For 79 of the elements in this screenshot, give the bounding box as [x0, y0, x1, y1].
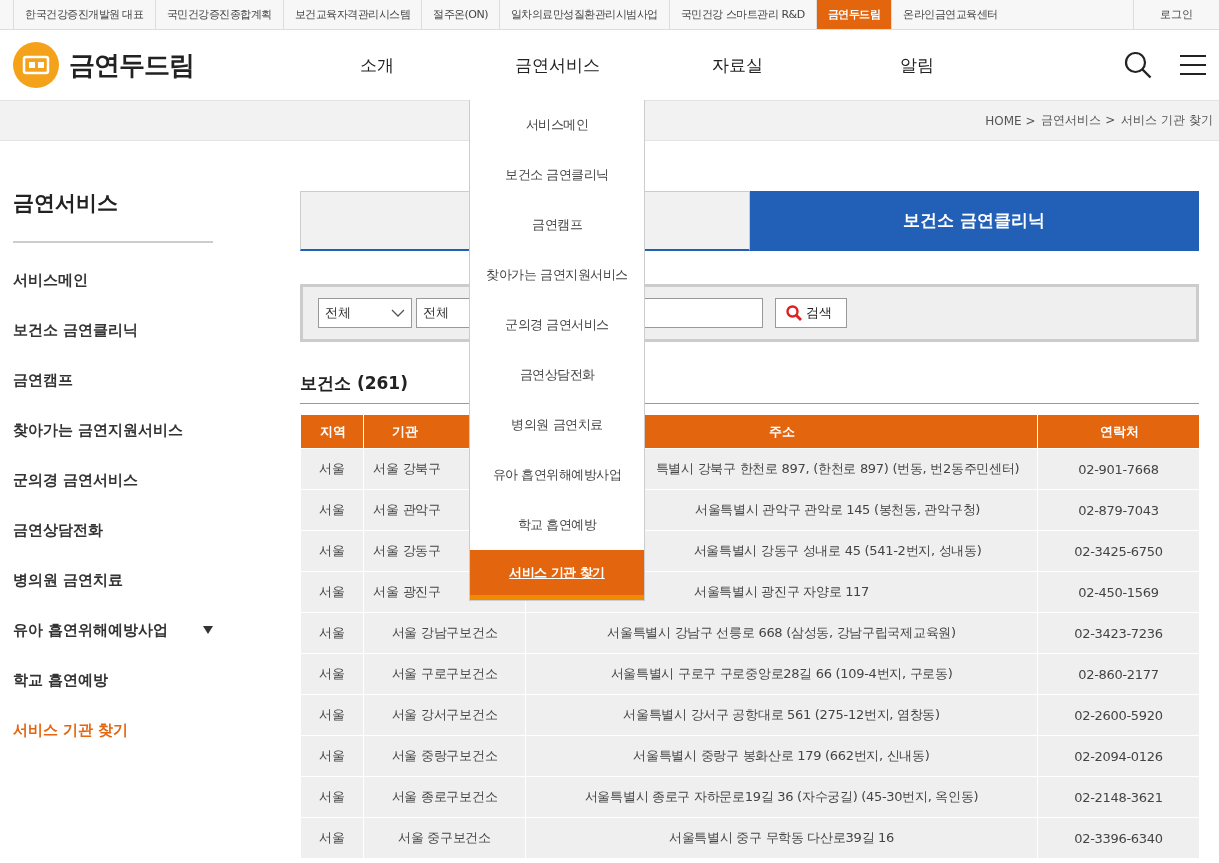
- sidebar-item[interactable]: 서비스메인: [13, 255, 213, 305]
- sidebar-item[interactable]: 금연캠프: [13, 355, 213, 405]
- table-cell: 서울 종로구보건소: [363, 776, 526, 818]
- table-cell: 서울 강남구보건소: [363, 612, 526, 654]
- menu-icon[interactable]: [1180, 54, 1206, 76]
- table-cell: 서울 구로구보건소: [363, 653, 526, 695]
- region-select[interactable]: 전체: [318, 298, 412, 328]
- sidebar-title: 금연서비스: [13, 189, 213, 243]
- table-cell: 서울: [300, 612, 364, 654]
- table-cell: 02-860-2177: [1037, 653, 1200, 695]
- breadcrumb-link[interactable]: HOME >: [985, 113, 1036, 128]
- sidebar-item[interactable]: 병의원 금연치료: [13, 555, 213, 605]
- table-cell: 서울특별시 종로구 자하문로19길 36 (자수궁길) (45-30번지, 옥인동): [525, 776, 1038, 818]
- table-cell: 서울 중구보건소: [363, 817, 526, 859]
- sidebar-item[interactable]: 찾아가는 금연지원서비스: [13, 405, 213, 455]
- table-cell: 서울: [300, 571, 364, 613]
- table-cell: 02-2600-5920: [1037, 694, 1200, 736]
- chevron-icon: [391, 309, 405, 317]
- sidebar-item-label: 군의경 금연서비스: [13, 470, 139, 490]
- top-link[interactable]: 절주온(ON): [421, 0, 499, 29]
- table-cell: 서울특별시 중구 무학동 다산로39길 16: [525, 817, 1038, 859]
- table-cell: 서울: [300, 817, 364, 859]
- caret-icon: [203, 626, 213, 634]
- search-icon: [786, 305, 802, 321]
- sidebar-item-label: 금연캠프: [13, 370, 73, 390]
- search-button[interactable]: 검색: [775, 298, 847, 328]
- search-icon[interactable]: [1124, 51, 1152, 79]
- table-cell: 서울특별시 강서구 공항대로 561 (275-12번지, 염창동): [525, 694, 1038, 736]
- logo-text[interactable]: 금연두드림: [69, 47, 194, 83]
- nav-link[interactable]: 알림: [900, 53, 934, 77]
- top-link[interactable]: 보건교육자격관리시스템: [282, 0, 421, 29]
- table-cell: 서울특별시 중랑구 봉화산로 179 (662번지, 신내동): [525, 735, 1038, 777]
- sidebar-item-label: 서비스메인: [13, 270, 88, 290]
- table-cell: 서울 중랑구보건소: [363, 735, 526, 777]
- table-cell: 서울 강서구보건소: [363, 694, 526, 736]
- column-header: 지역: [300, 414, 364, 449]
- sidebar-item[interactable]: 유아 흡연위해예방사업: [13, 605, 213, 655]
- breadcrumb-link[interactable]: 서비스 기관 찾기: [1121, 112, 1213, 129]
- column-header: 연락처: [1037, 414, 1200, 449]
- sidebar-item-label: 보건소 금연클리닉: [13, 320, 139, 340]
- sidebar-item-label: 찾아가는 금연지원서비스: [13, 420, 184, 440]
- table-cell: 02-2094-0126: [1037, 735, 1200, 777]
- table-cell: 서울: [300, 776, 364, 818]
- table-cell: 서울특별시 구로구 구로중앙로28길 66 (109-4번지, 구로동): [525, 653, 1038, 695]
- nav-link[interactable]: 자료실: [711, 53, 763, 77]
- top-link[interactable]: 국민건강증진종합계획: [154, 0, 283, 29]
- sidebar-item[interactable]: 보건소 금연클리닉: [13, 305, 213, 355]
- table-cell: 02-450-1569: [1037, 571, 1200, 613]
- breadcrumb-link[interactable]: 금연서비스 >: [1041, 112, 1116, 129]
- sidebar-item[interactable]: 군의경 금연서비스: [13, 455, 213, 505]
- table-cell: 서울: [300, 653, 364, 695]
- table-cell: 02-3425-6750: [1037, 530, 1200, 572]
- top-link[interactable]: 일차의료만성질환관리시범사업: [499, 0, 669, 29]
- table-cell: 서울: [300, 489, 364, 531]
- table-cell: 서울: [300, 694, 364, 736]
- top-link[interactable]: 온라인금연교육센터: [891, 0, 1009, 29]
- table-cell: 서울: [300, 530, 364, 572]
- top-link[interactable]: 한국건강증진개발원 대표: [13, 0, 155, 29]
- table-cell: 02-3396-6340: [1037, 817, 1200, 859]
- sidebar-item-label: 서비스 기관 찾기: [13, 720, 129, 740]
- table-cell: 서울: [300, 448, 364, 490]
- table-cell: 02-879-7043: [1037, 489, 1200, 531]
- table-cell: 서울특별시 강남구 선릉로 668 (삼성동, 강남구립국제교육원): [525, 612, 1038, 654]
- table-cell: 02-3423-7236: [1037, 612, 1200, 654]
- sidebar-item-label: 금연상담전화: [13, 520, 103, 540]
- sidebar-item-label: 유아 흡연위해예방사업: [13, 620, 169, 640]
- logo-icon: [13, 42, 59, 88]
- table-cell: 서울: [300, 735, 364, 777]
- sidebar-item[interactable]: 학교 흡연예방: [13, 655, 213, 705]
- table-cell: 02-2148-3621: [1037, 776, 1200, 818]
- tab[interactable]: 보건소 금연클리닉: [749, 191, 1199, 251]
- nav-link[interactable]: 금연서비스: [514, 53, 600, 77]
- sidebar-item-label: 병의원 금연치료: [13, 570, 124, 590]
- sidebar-item[interactable]: 금연상담전화: [13, 505, 213, 555]
- nav-link[interactable]: 소개: [360, 53, 394, 77]
- top-link[interactable]: 국민건강 스마트관리 R&D: [669, 0, 816, 29]
- table-cell: 02-901-7668: [1037, 448, 1200, 490]
- sidebar-item-label: 학교 흡연예방: [13, 670, 109, 690]
- login-link[interactable]: 로그인: [1133, 0, 1219, 29]
